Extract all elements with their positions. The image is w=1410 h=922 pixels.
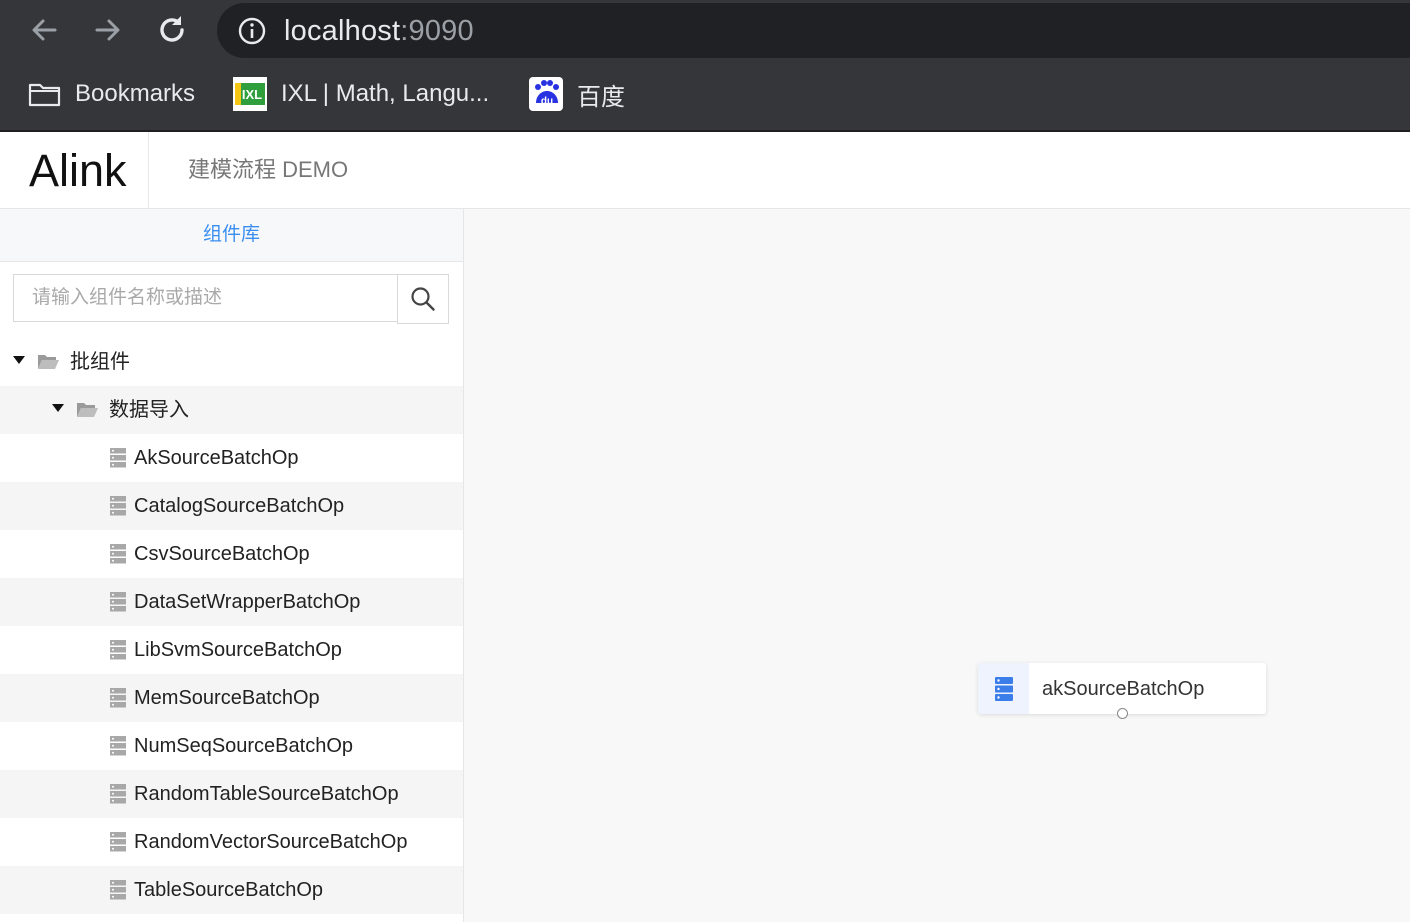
component-library-panel: 组件库 批组件 数据导入	[0, 209, 464, 922]
tree-item[interactable]: AkSourceBatchOp	[0, 434, 463, 482]
tree-item-label: RandomTableSourceBatchOp	[134, 783, 399, 805]
tree-item-label: DataSetWrapperBatchOp	[134, 591, 361, 613]
bookmark-label: IXL | Math, Langu...	[281, 80, 490, 107]
tab-component-library[interactable]: 组件库	[0, 209, 463, 262]
tree-item[interactable]: TableSourceBatchOp	[0, 866, 463, 914]
tree-item-label: TableSourceBatchOp	[134, 879, 324, 901]
folder-open-icon	[77, 403, 98, 417]
reload-button[interactable]	[154, 12, 190, 48]
database-icon	[110, 544, 126, 564]
tree-item-label: AkSourceBatchOp	[134, 447, 299, 469]
node-icon-container	[978, 663, 1029, 714]
back-button[interactable]	[26, 12, 62, 48]
bookmark-folder[interactable]: Bookmarks	[28, 74, 195, 114]
database-icon	[110, 736, 126, 756]
tree-item[interactable]: RandomVectorSourceBatchOp	[0, 818, 463, 866]
arrow-left-icon	[32, 19, 57, 41]
search-icon	[411, 287, 435, 311]
tree-item-label: LibSvmSourceBatchOp	[134, 639, 342, 661]
forward-button[interactable]	[90, 12, 126, 48]
tree-item-label: CsvSourceBatchOp	[134, 543, 310, 565]
bookmark-baidu[interactable]: du 百度	[529, 74, 625, 114]
canvas-node[interactable]: akSourceBatchOp	[978, 663, 1266, 719]
tree-item[interactable]: CatalogSourceBatchOp	[0, 482, 463, 530]
tab-label: 组件库	[202, 224, 260, 245]
tree-item[interactable]: LibSvmSourceBatchOp	[0, 626, 463, 674]
tree-node-batch-components[interactable]: 批组件	[0, 338, 463, 386]
tree-item[interactable]: DataSetWrapperBatchOp	[0, 578, 463, 626]
ixl-logo-text: IXL	[242, 87, 262, 102]
brand-logo[interactable]: Alink	[0, 132, 149, 208]
tree-item-label: CatalogSourceBatchOp	[134, 495, 345, 517]
search-button[interactable]	[397, 274, 449, 324]
database-icon	[110, 880, 126, 900]
database-icon	[110, 832, 126, 852]
bookmark-ixl[interactable]: IXL IXL | Math, Langu...	[233, 74, 489, 114]
tree-item[interactable]: NumSeqSourceBatchOp	[0, 722, 463, 770]
flow-canvas[interactable]: akSourceBatchOp	[464, 209, 1410, 922]
database-icon	[110, 448, 126, 468]
baidu-logo: du	[529, 77, 563, 111]
baidu-logo-text: du	[541, 96, 553, 107]
address-bar[interactable]: localhost:9090	[217, 3, 1410, 58]
database-icon	[110, 688, 126, 708]
node-output-port[interactable]	[1117, 708, 1128, 719]
node-label: akSourceBatchOp	[1042, 678, 1205, 700]
tree-node-label: 数据导入	[109, 399, 189, 421]
database-icon	[110, 496, 126, 516]
browser-chrome: localhost:9090 Bookmarks IXL IXL | Math,…	[0, 0, 1410, 131]
tree-item[interactable]: CsvSourceBatchOp	[0, 530, 463, 578]
tree-node-label: 批组件	[70, 351, 130, 373]
url-port: :9090	[400, 15, 474, 47]
arrow-right-icon	[95, 19, 120, 41]
tree-item-label: RandomVectorSourceBatchOp	[134, 831, 408, 853]
database-icon	[110, 784, 126, 804]
tree-item-label: NumSeqSourceBatchOp	[134, 735, 354, 757]
folder-icon	[28, 81, 61, 108]
search-input[interactable]	[14, 275, 397, 321]
brand-text: Alink	[29, 145, 127, 196]
reload-icon	[160, 16, 184, 42]
bookmark-label: Bookmarks	[75, 80, 196, 107]
page-title: 建模流程 DEMO	[188, 157, 349, 182]
ixl-logo: IXL	[233, 77, 267, 111]
caret-down-icon[interactable]	[52, 404, 64, 412]
bookmark-label: 百度	[577, 83, 625, 111]
database-icon	[994, 676, 1013, 701]
url-host: localhost	[284, 15, 401, 47]
url-text[interactable]: localhost:9090	[284, 13, 474, 49]
tree-node-data-import[interactable]: 数据导入	[0, 386, 463, 434]
info-icon[interactable]	[237, 16, 267, 46]
app-header: Alink 建模流程 DEMO	[0, 132, 1410, 209]
caret-down-icon[interactable]	[13, 356, 25, 364]
tree-item[interactable]: RandomTableSourceBatchOp	[0, 770, 463, 818]
tree-item-label: MemSourceBatchOp	[134, 687, 320, 709]
tree-item[interactable]: MemSourceBatchOp	[0, 674, 463, 722]
database-icon	[110, 592, 126, 612]
folder-open-icon	[38, 355, 59, 369]
search-box	[13, 274, 397, 322]
database-icon	[110, 640, 126, 660]
